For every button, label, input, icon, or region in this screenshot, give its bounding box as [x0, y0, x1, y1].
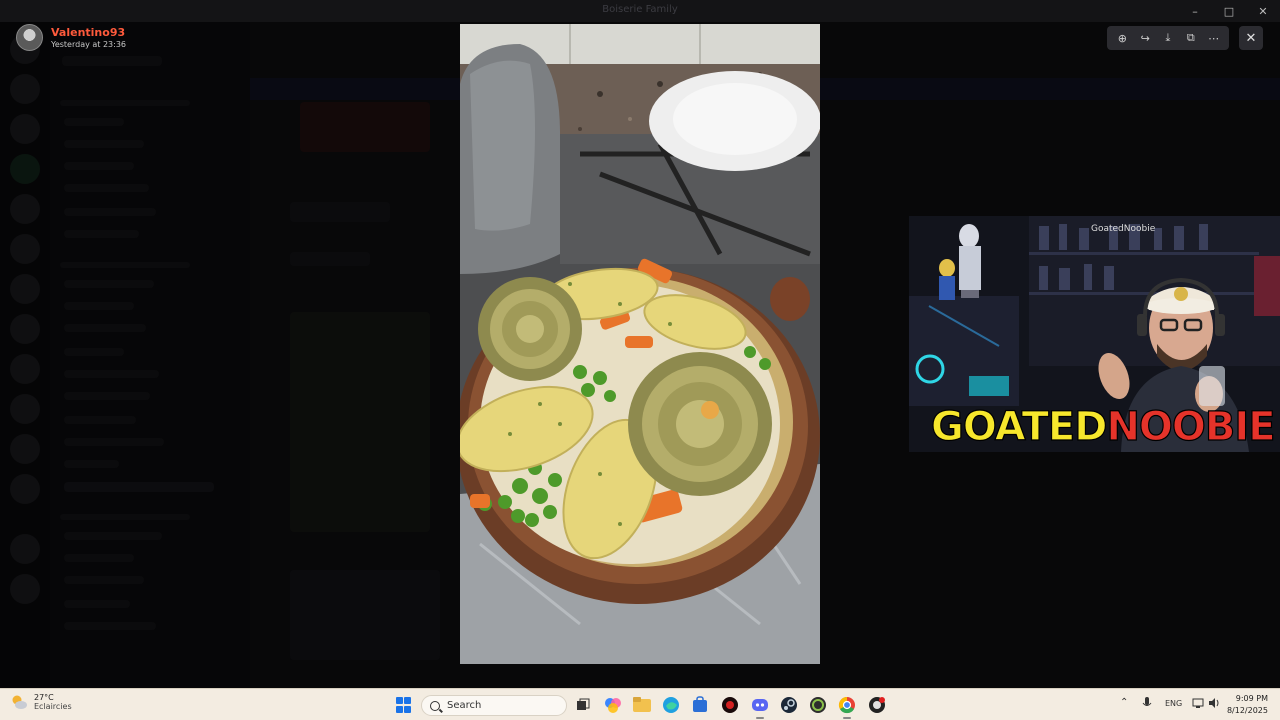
edge-icon[interactable] — [661, 695, 681, 715]
weather-description: Eclaircies — [34, 702, 72, 711]
file-explorer-icon[interactable] — [632, 695, 652, 715]
logo-part-red: NOOBIE — [1106, 403, 1276, 450]
weather-widget[interactable]: 27°C Eclaircies — [10, 693, 72, 711]
streamer-logo: GOATEDNOOBIE — [930, 403, 1276, 450]
copilot-icon[interactable] — [603, 695, 623, 715]
chrome-icon[interactable] — [837, 695, 857, 719]
taskbar: 27°C Eclaircies Search ⌃ ENG 9:09 PM 8/1… — [0, 688, 1280, 720]
author-name[interactable]: Valentino93 — [51, 26, 126, 39]
tagine-photo — [460, 24, 820, 664]
download-icon[interactable]: ⤓ — [1158, 28, 1178, 48]
webcam-overlay-tag: GoatedNoobie — [1091, 224, 1156, 234]
steam-icon[interactable] — [779, 695, 799, 715]
clock-date: 8/12/2025 — [1226, 706, 1268, 715]
network-icon[interactable] — [1192, 697, 1204, 712]
discord-icon[interactable] — [750, 695, 770, 719]
close-window-button[interactable]: ✕ — [1246, 0, 1280, 22]
screen: Boiserie Family – □ ✕ Valentino93 Yester… — [0, 0, 1280, 720]
system-clock[interactable]: 9:09 PM 8/12/2025 — [1227, 693, 1268, 717]
xbox-app-icon[interactable] — [808, 695, 828, 715]
streamer-webcam: GoatedNoobie GOATEDNOOBIE — [909, 216, 1280, 452]
message-timestamp: Yesterday at 23:36 — [51, 40, 127, 49]
attachment-image[interactable] — [460, 24, 820, 664]
task-view-icon[interactable] — [573, 695, 593, 715]
minimize-button[interactable]: – — [1178, 0, 1212, 22]
avatar[interactable] — [16, 24, 43, 51]
window-title: Boiserie Family — [602, 4, 678, 15]
windows-start-icon[interactable] — [396, 697, 412, 713]
logo-part-yellow: GOATED — [930, 403, 1108, 450]
microphone-icon[interactable] — [1142, 697, 1152, 712]
taskbar-search[interactable]: Search — [421, 695, 567, 716]
open-external-icon[interactable]: ⧉ — [1181, 28, 1201, 48]
maximize-button[interactable]: □ — [1212, 0, 1246, 22]
game-app-icon[interactable] — [867, 695, 887, 715]
window-controls: – □ ✕ — [1178, 0, 1280, 22]
zoom-icon[interactable]: ⊕ — [1112, 28, 1132, 48]
language-indicator[interactable]: ENG — [1165, 699, 1182, 708]
store-icon[interactable] — [690, 695, 710, 715]
partly-cloudy-icon — [10, 693, 28, 711]
volume-icon[interactable] — [1208, 697, 1220, 712]
clock-time: 9:09 PM — [1235, 694, 1268, 703]
attachment-author: Valentino93 Yesterday at 23:36 — [16, 24, 126, 51]
media-app-icon[interactable] — [720, 695, 740, 715]
search-placeholder: Search — [447, 700, 482, 711]
tray-overflow-icon[interactable]: ⌃ — [1120, 697, 1128, 708]
window-titlebar: Boiserie Family – □ ✕ — [0, 0, 1280, 22]
weather-temperature: 27°C — [34, 693, 54, 702]
more-icon[interactable]: ⋯ — [1204, 28, 1224, 48]
forward-icon[interactable]: ↪ — [1135, 28, 1155, 48]
image-toolbar: ⊕ ↪ ⤓ ⧉ ⋯ — [1107, 26, 1229, 50]
search-icon — [430, 700, 440, 711]
close-viewer-button[interactable]: ✕ — [1239, 26, 1263, 50]
